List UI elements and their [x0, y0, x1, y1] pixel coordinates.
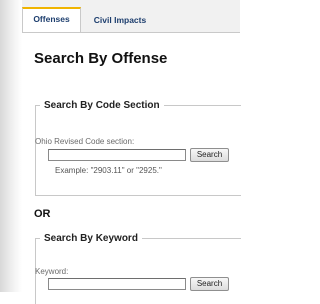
code-section-legend: Search By Code Section	[44, 100, 160, 111]
code-section-input[interactable]	[48, 149, 186, 161]
window-edge-shadow	[0, 0, 22, 292]
code-section-example: Example: "2903.11" or "2925."	[55, 166, 162, 175]
search-panel: Offenses Civil Impacts Search By Offense…	[22, 0, 241, 304]
keyword-input[interactable]	[48, 278, 186, 290]
or-separator: OR	[34, 208, 51, 220]
tab-offenses[interactable]: Offenses	[22, 7, 81, 32]
code-section-label: Ohio Revised Code section:	[35, 137, 135, 146]
keyword-label: Keyword:	[35, 267, 69, 276]
tab-civil-impacts[interactable]: Civil Impacts	[84, 8, 156, 32]
keyword-search-button[interactable]: Search	[190, 277, 229, 291]
tab-bar: Offenses Civil Impacts	[22, 0, 240, 33]
keyword-legend: Search By Keyword	[44, 233, 138, 244]
code-search-button[interactable]: Search	[190, 148, 229, 162]
page-title: Search By Offense	[34, 50, 168, 67]
